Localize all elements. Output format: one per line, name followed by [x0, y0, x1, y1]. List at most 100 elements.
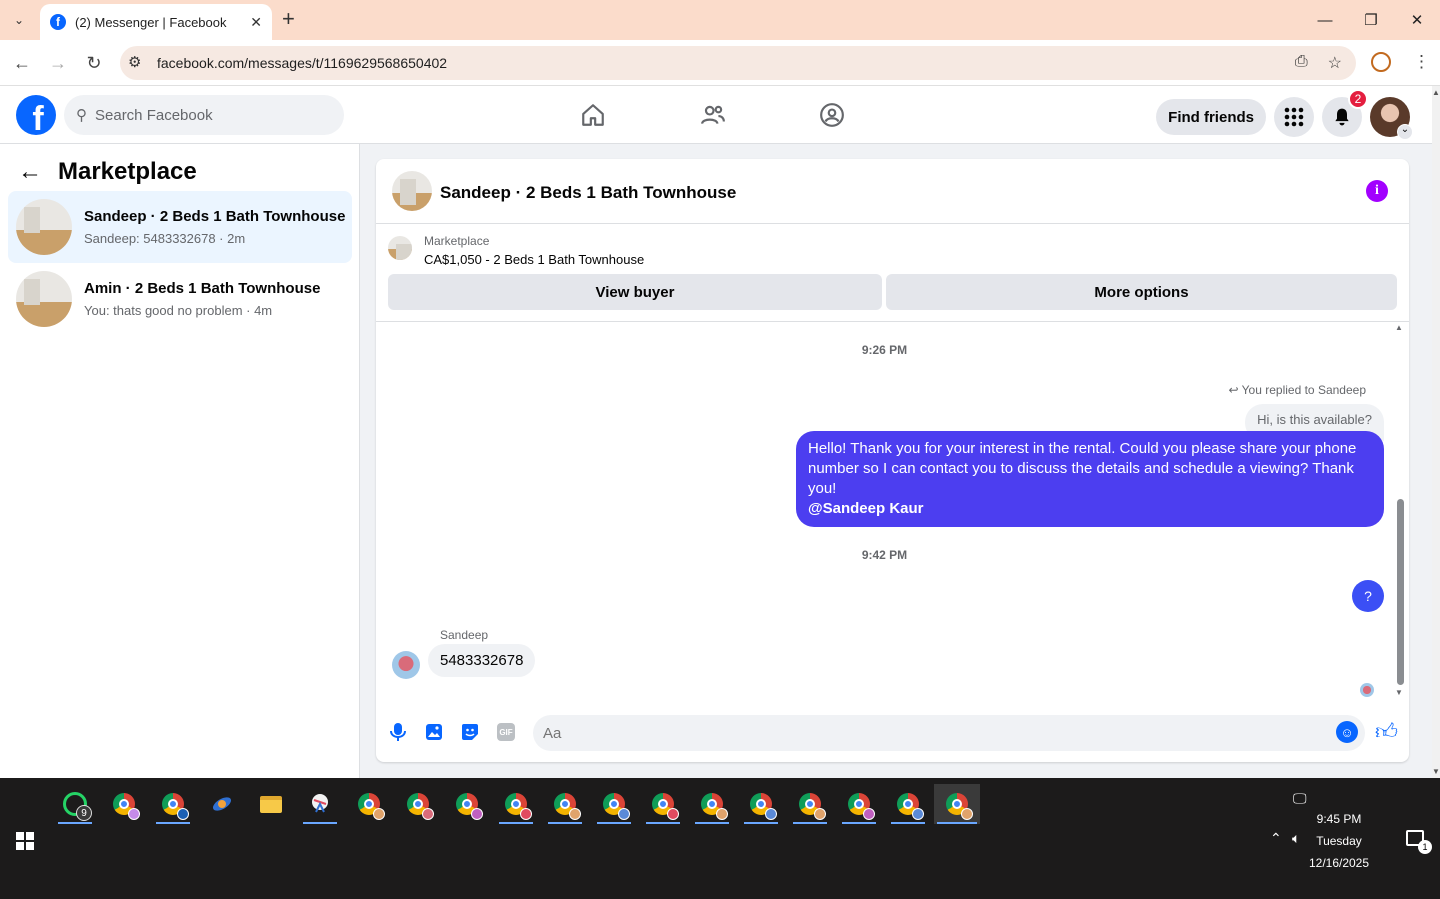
- address-bar[interactable]: ⚙ facebook.com/messages/t/11696295686504…: [120, 46, 1356, 80]
- page-scrollbar[interactable]: ▲ ▼: [1432, 86, 1440, 778]
- chrome-taskbar-icon-active[interactable]: [934, 784, 980, 824]
- system-clock[interactable]: 9:45 PM Tuesday 12/16/2025: [1299, 808, 1379, 874]
- chat-listing-thumbnail[interactable]: [392, 171, 432, 211]
- chrome-taskbar-icon[interactable]: [888, 784, 928, 824]
- listing-thumbnail: [16, 271, 72, 327]
- whatsapp-taskbar-icon[interactable]: 9: [55, 784, 95, 824]
- notifications-bell-icon[interactable]: 2: [1322, 89, 1368, 137]
- emoji-icon[interactable]: ☺: [1336, 721, 1358, 743]
- site-info-icon[interactable]: ⚙: [128, 53, 141, 71]
- close-window-icon[interactable]: ✕: [1394, 0, 1440, 40]
- chevron-up-icon[interactable]: ⌃: [1270, 830, 1282, 847]
- thumbs-up-icon[interactable]: 👍︎: [1375, 718, 1398, 745]
- chat-title[interactable]: Sandeep · 2 Beds 1 Bath Townhouse: [440, 183, 736, 203]
- profile-icon[interactable]: [1371, 52, 1391, 72]
- bookmark-star-icon[interactable]: ☆: [1328, 53, 1342, 73]
- scroll-up-icon[interactable]: ▲: [1395, 323, 1403, 332]
- account-avatar[interactable]: [1370, 97, 1413, 140]
- conversation-item[interactable]: Sandeep · 2 Beds 1 Bath Townhouse Sandee…: [8, 191, 352, 263]
- chrome-taskbar-icon[interactable]: [545, 784, 585, 824]
- sticker-icon[interactable]: [459, 721, 481, 743]
- chat-header: Sandeep · 2 Beds 1 Bath Townhouse i: [376, 159, 1409, 224]
- page-scroll-up-icon[interactable]: ▲: [1432, 88, 1440, 97]
- chrome-taskbar-icon[interactable]: [447, 784, 487, 824]
- marketplace-listing-bar: Marketplace CA$1,050 - 2 Beds 1 Bath Tow…: [376, 224, 1409, 322]
- incoming-message[interactable]: 5483332678: [428, 644, 536, 677]
- restore-icon[interactable]: ❐: [1348, 0, 1394, 40]
- home-icon[interactable]: [578, 100, 608, 130]
- chrome-taskbar-icon[interactable]: [790, 784, 830, 824]
- photo-icon[interactable]: [423, 721, 445, 743]
- scroll-down-icon[interactable]: ▼: [1395, 688, 1403, 697]
- search-input[interactable]: ⚲ Search Facebook: [64, 95, 344, 135]
- reload-icon[interactable]: ↻: [82, 51, 106, 75]
- outgoing-message[interactable]: ?: [1352, 580, 1384, 612]
- chrome-taskbar-icon[interactable]: [153, 784, 193, 824]
- listing-thumbnail: [16, 199, 72, 255]
- app-taskbar-icon[interactable]: [202, 784, 242, 824]
- chrome-taskbar-icon[interactable]: [741, 784, 781, 824]
- conversation-item[interactable]: Amin · 2 Beds 1 Bath Townhouse You: that…: [8, 263, 352, 335]
- minimize-icon[interactable]: —: [1302, 0, 1348, 40]
- conversation-preview: Sandeep: 5483332678 · 2m: [84, 231, 246, 246]
- clock-date: 12/16/2025: [1308, 856, 1370, 870]
- notification-center-icon[interactable]: 1: [1406, 830, 1432, 854]
- tab-search-icon[interactable]: ⌄: [6, 8, 32, 32]
- reply-indicator: ↩ You replied to Sandeep: [1228, 383, 1366, 397]
- chat-scrollbar[interactable]: ▲ ▼: [1395, 323, 1405, 697]
- windows-start-icon[interactable]: [16, 832, 34, 850]
- gif-icon[interactable]: GIF: [497, 723, 515, 741]
- outgoing-message-text: Hello! Thank you for your interest in th…: [808, 440, 1357, 497]
- facebook-header: f ⚲ Search Facebook Find friends 2: [0, 86, 1432, 144]
- conversation-preview: You: thats good no problem · 4m: [84, 303, 273, 318]
- chat-panel: Sandeep · 2 Beds 1 Bath Townhouse i Mark…: [376, 159, 1409, 762]
- chrome-taskbar-icon[interactable]: [839, 784, 879, 824]
- menu-kebab-icon[interactable]: ⋮: [1413, 52, 1430, 72]
- conversation-name: Amin · 2 Beds 1 Bath Townhouse: [84, 280, 321, 297]
- page-scroll-down-icon[interactable]: ▼: [1432, 767, 1440, 776]
- close-tab-icon[interactable]: ✕: [250, 14, 262, 31]
- notification-center-badge: 1: [1418, 840, 1432, 854]
- file-explorer-icon[interactable]: [251, 784, 291, 824]
- snipping-tool-icon[interactable]: [300, 784, 340, 824]
- chrome-taskbar-icon[interactable]: [643, 784, 683, 824]
- view-buyer-button[interactable]: View buyer: [388, 274, 882, 310]
- chrome-taskbar-icon[interactable]: [398, 784, 438, 824]
- back-icon[interactable]: ←: [10, 51, 34, 75]
- outgoing-message[interactable]: Hello! Thank you for your interest in th…: [796, 431, 1384, 527]
- listing-price-title[interactable]: CA$1,050 - 2 Beds 1 Bath Townhouse: [424, 252, 644, 267]
- install-app-icon[interactable]: ⎙: [1295, 53, 1308, 73]
- microphone-icon[interactable]: [387, 721, 409, 743]
- facebook-favicon-icon: f: [50, 14, 66, 30]
- mention-link[interactable]: @Sandeep Kaur: [808, 499, 1372, 519]
- facebook-logo-icon[interactable]: f: [16, 95, 56, 135]
- info-icon[interactable]: i: [1366, 180, 1388, 202]
- chrome-taskbar-icon[interactable]: [594, 784, 634, 824]
- chrome-taskbar-icon[interactable]: [349, 784, 389, 824]
- marketplace-sidebar: ← Marketplace Sandeep · 2 Beds 1 Bath To…: [0, 144, 360, 778]
- desktop-icon[interactable]: 🖵︎: [1293, 790, 1307, 807]
- marketplace-label: Marketplace: [424, 234, 490, 248]
- listing-mini-thumbnail: [388, 236, 412, 260]
- browser-tab[interactable]: f (2) Messenger | Facebook ✕: [40, 4, 272, 40]
- message-list[interactable]: 9:26 PM ↩ You replied to Sandeep Hi, is …: [376, 322, 1409, 704]
- groups-icon[interactable]: [817, 100, 847, 130]
- forward-icon[interactable]: →: [46, 51, 70, 75]
- back-arrow-icon[interactable]: ←: [18, 158, 42, 186]
- seen-indicator-avatar: [1360, 683, 1374, 697]
- sender-avatar[interactable]: [392, 651, 420, 679]
- chrome-taskbar-icon[interactable]: [104, 784, 144, 824]
- friends-icon[interactable]: [698, 100, 728, 130]
- find-friends-button[interactable]: Find friends: [1156, 99, 1266, 135]
- message-input[interactable]: [533, 715, 1365, 751]
- search-icon: ⚲: [76, 107, 87, 124]
- more-options-button[interactable]: More options: [886, 274, 1397, 310]
- browser-toolbar: ← → ↻ ⚙ facebook.com/messages/t/11696295…: [0, 40, 1440, 86]
- new-tab-button[interactable]: +: [282, 8, 295, 30]
- chrome-taskbar-icon[interactable]: [692, 784, 732, 824]
- search-placeholder: Search Facebook: [95, 106, 213, 124]
- scrollbar-thumb[interactable]: [1397, 499, 1404, 685]
- menu-grid-icon[interactable]: [1274, 97, 1314, 137]
- chrome-taskbar-icon[interactable]: [496, 784, 536, 824]
- clock-day: Tuesday: [1316, 834, 1362, 848]
